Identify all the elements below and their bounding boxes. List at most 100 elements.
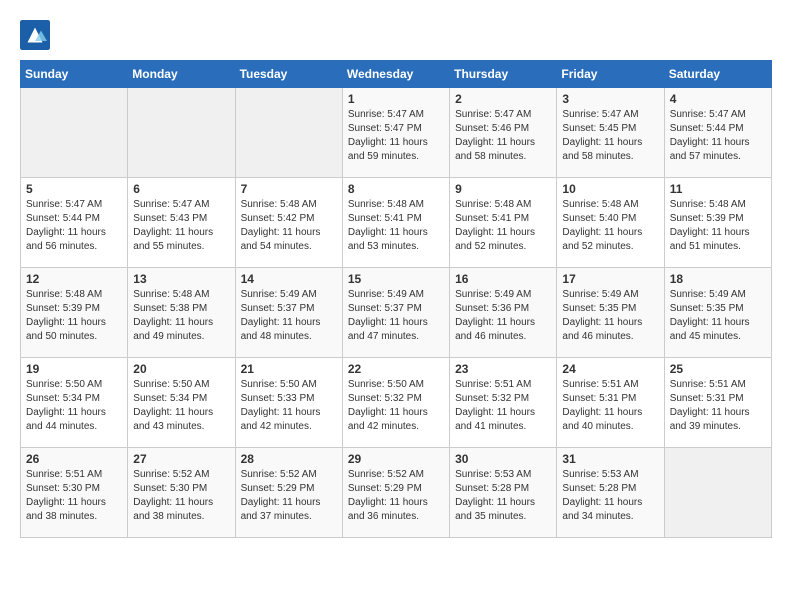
day-info: Sunrise: 5:53 AMSunset: 5:28 PMDaylight:…	[562, 468, 658, 524]
day-info: Sunrise: 5:48 AMSunset: 5:39 PMDaylight:…	[26, 288, 122, 344]
calendar-cell: 15 Sunrise: 5:49 AMSunset: 5:37 PMDaylig…	[342, 268, 449, 358]
weekday-header: Tuesday	[235, 61, 342, 88]
day-number: 31	[562, 452, 658, 466]
calendar-cell	[128, 88, 235, 178]
calendar-cell: 9 Sunrise: 5:48 AMSunset: 5:41 PMDayligh…	[450, 178, 557, 268]
day-number: 8	[348, 182, 444, 196]
calendar-cell: 12 Sunrise: 5:48 AMSunset: 5:39 PMDaylig…	[21, 268, 128, 358]
calendar-week-row: 5 Sunrise: 5:47 AMSunset: 5:44 PMDayligh…	[21, 178, 772, 268]
calendar-cell: 13 Sunrise: 5:48 AMSunset: 5:38 PMDaylig…	[128, 268, 235, 358]
calendar-cell: 24 Sunrise: 5:51 AMSunset: 5:31 PMDaylig…	[557, 358, 664, 448]
day-info: Sunrise: 5:49 AMSunset: 5:37 PMDaylight:…	[241, 288, 337, 344]
day-info: Sunrise: 5:47 AMSunset: 5:45 PMDaylight:…	[562, 108, 658, 164]
day-info: Sunrise: 5:48 AMSunset: 5:40 PMDaylight:…	[562, 198, 658, 254]
calendar-cell: 22 Sunrise: 5:50 AMSunset: 5:32 PMDaylig…	[342, 358, 449, 448]
day-info: Sunrise: 5:53 AMSunset: 5:28 PMDaylight:…	[455, 468, 551, 524]
calendar-week-row: 1 Sunrise: 5:47 AMSunset: 5:47 PMDayligh…	[21, 88, 772, 178]
day-info: Sunrise: 5:47 AMSunset: 5:46 PMDaylight:…	[455, 108, 551, 164]
logo-icon	[20, 20, 50, 50]
calendar-cell: 1 Sunrise: 5:47 AMSunset: 5:47 PMDayligh…	[342, 88, 449, 178]
calendar-cell: 20 Sunrise: 5:50 AMSunset: 5:34 PMDaylig…	[128, 358, 235, 448]
day-number: 28	[241, 452, 337, 466]
day-number: 1	[348, 92, 444, 106]
calendar-week-row: 12 Sunrise: 5:48 AMSunset: 5:39 PMDaylig…	[21, 268, 772, 358]
calendar-cell: 6 Sunrise: 5:47 AMSunset: 5:43 PMDayligh…	[128, 178, 235, 268]
day-number: 2	[455, 92, 551, 106]
day-info: Sunrise: 5:48 AMSunset: 5:41 PMDaylight:…	[455, 198, 551, 254]
calendar-cell: 26 Sunrise: 5:51 AMSunset: 5:30 PMDaylig…	[21, 448, 128, 538]
day-info: Sunrise: 5:50 AMSunset: 5:32 PMDaylight:…	[348, 378, 444, 434]
day-info: Sunrise: 5:51 AMSunset: 5:30 PMDaylight:…	[26, 468, 122, 524]
day-number: 16	[455, 272, 551, 286]
day-number: 23	[455, 362, 551, 376]
day-info: Sunrise: 5:47 AMSunset: 5:47 PMDaylight:…	[348, 108, 444, 164]
day-info: Sunrise: 5:49 AMSunset: 5:37 PMDaylight:…	[348, 288, 444, 344]
day-number: 9	[455, 182, 551, 196]
calendar-cell: 4 Sunrise: 5:47 AMSunset: 5:44 PMDayligh…	[664, 88, 771, 178]
weekday-header: Thursday	[450, 61, 557, 88]
calendar-week-row: 19 Sunrise: 5:50 AMSunset: 5:34 PMDaylig…	[21, 358, 772, 448]
day-number: 27	[133, 452, 229, 466]
page-header	[20, 20, 772, 50]
calendar-cell: 23 Sunrise: 5:51 AMSunset: 5:32 PMDaylig…	[450, 358, 557, 448]
calendar-cell: 17 Sunrise: 5:49 AMSunset: 5:35 PMDaylig…	[557, 268, 664, 358]
calendar-cell: 2 Sunrise: 5:47 AMSunset: 5:46 PMDayligh…	[450, 88, 557, 178]
calendar-cell: 16 Sunrise: 5:49 AMSunset: 5:36 PMDaylig…	[450, 268, 557, 358]
day-number: 19	[26, 362, 122, 376]
day-number: 3	[562, 92, 658, 106]
day-number: 25	[670, 362, 766, 376]
day-number: 6	[133, 182, 229, 196]
weekday-header: Friday	[557, 61, 664, 88]
calendar-cell	[235, 88, 342, 178]
calendar-table: SundayMondayTuesdayWednesdayThursdayFrid…	[20, 60, 772, 538]
day-number: 5	[26, 182, 122, 196]
day-info: Sunrise: 5:51 AMSunset: 5:31 PMDaylight:…	[562, 378, 658, 434]
calendar-cell: 29 Sunrise: 5:52 AMSunset: 5:29 PMDaylig…	[342, 448, 449, 538]
day-info: Sunrise: 5:47 AMSunset: 5:43 PMDaylight:…	[133, 198, 229, 254]
weekday-header: Wednesday	[342, 61, 449, 88]
day-number: 30	[455, 452, 551, 466]
day-info: Sunrise: 5:51 AMSunset: 5:31 PMDaylight:…	[670, 378, 766, 434]
calendar-cell: 3 Sunrise: 5:47 AMSunset: 5:45 PMDayligh…	[557, 88, 664, 178]
day-number: 4	[670, 92, 766, 106]
calendar-cell: 21 Sunrise: 5:50 AMSunset: 5:33 PMDaylig…	[235, 358, 342, 448]
day-number: 17	[562, 272, 658, 286]
day-number: 10	[562, 182, 658, 196]
calendar-week-row: 26 Sunrise: 5:51 AMSunset: 5:30 PMDaylig…	[21, 448, 772, 538]
day-info: Sunrise: 5:52 AMSunset: 5:30 PMDaylight:…	[133, 468, 229, 524]
day-info: Sunrise: 5:48 AMSunset: 5:39 PMDaylight:…	[670, 198, 766, 254]
calendar-cell: 25 Sunrise: 5:51 AMSunset: 5:31 PMDaylig…	[664, 358, 771, 448]
day-info: Sunrise: 5:47 AMSunset: 5:44 PMDaylight:…	[670, 108, 766, 164]
day-info: Sunrise: 5:48 AMSunset: 5:42 PMDaylight:…	[241, 198, 337, 254]
day-number: 7	[241, 182, 337, 196]
calendar-cell: 7 Sunrise: 5:48 AMSunset: 5:42 PMDayligh…	[235, 178, 342, 268]
day-info: Sunrise: 5:52 AMSunset: 5:29 PMDaylight:…	[241, 468, 337, 524]
calendar-cell	[21, 88, 128, 178]
weekday-header: Saturday	[664, 61, 771, 88]
day-info: Sunrise: 5:50 AMSunset: 5:34 PMDaylight:…	[26, 378, 122, 434]
day-number: 18	[670, 272, 766, 286]
day-number: 22	[348, 362, 444, 376]
day-info: Sunrise: 5:52 AMSunset: 5:29 PMDaylight:…	[348, 468, 444, 524]
calendar-cell: 28 Sunrise: 5:52 AMSunset: 5:29 PMDaylig…	[235, 448, 342, 538]
day-info: Sunrise: 5:49 AMSunset: 5:35 PMDaylight:…	[670, 288, 766, 344]
calendar-cell: 18 Sunrise: 5:49 AMSunset: 5:35 PMDaylig…	[664, 268, 771, 358]
day-number: 13	[133, 272, 229, 286]
weekday-header-row: SundayMondayTuesdayWednesdayThursdayFrid…	[21, 61, 772, 88]
day-info: Sunrise: 5:50 AMSunset: 5:33 PMDaylight:…	[241, 378, 337, 434]
calendar-cell: 5 Sunrise: 5:47 AMSunset: 5:44 PMDayligh…	[21, 178, 128, 268]
calendar-cell: 10 Sunrise: 5:48 AMSunset: 5:40 PMDaylig…	[557, 178, 664, 268]
day-number: 29	[348, 452, 444, 466]
weekday-header: Monday	[128, 61, 235, 88]
day-info: Sunrise: 5:50 AMSunset: 5:34 PMDaylight:…	[133, 378, 229, 434]
day-number: 14	[241, 272, 337, 286]
weekday-header: Sunday	[21, 61, 128, 88]
day-number: 15	[348, 272, 444, 286]
day-info: Sunrise: 5:49 AMSunset: 5:36 PMDaylight:…	[455, 288, 551, 344]
day-info: Sunrise: 5:51 AMSunset: 5:32 PMDaylight:…	[455, 378, 551, 434]
logo	[20, 20, 55, 50]
day-info: Sunrise: 5:49 AMSunset: 5:35 PMDaylight:…	[562, 288, 658, 344]
calendar-cell: 30 Sunrise: 5:53 AMSunset: 5:28 PMDaylig…	[450, 448, 557, 538]
calendar-cell	[664, 448, 771, 538]
day-info: Sunrise: 5:47 AMSunset: 5:44 PMDaylight:…	[26, 198, 122, 254]
